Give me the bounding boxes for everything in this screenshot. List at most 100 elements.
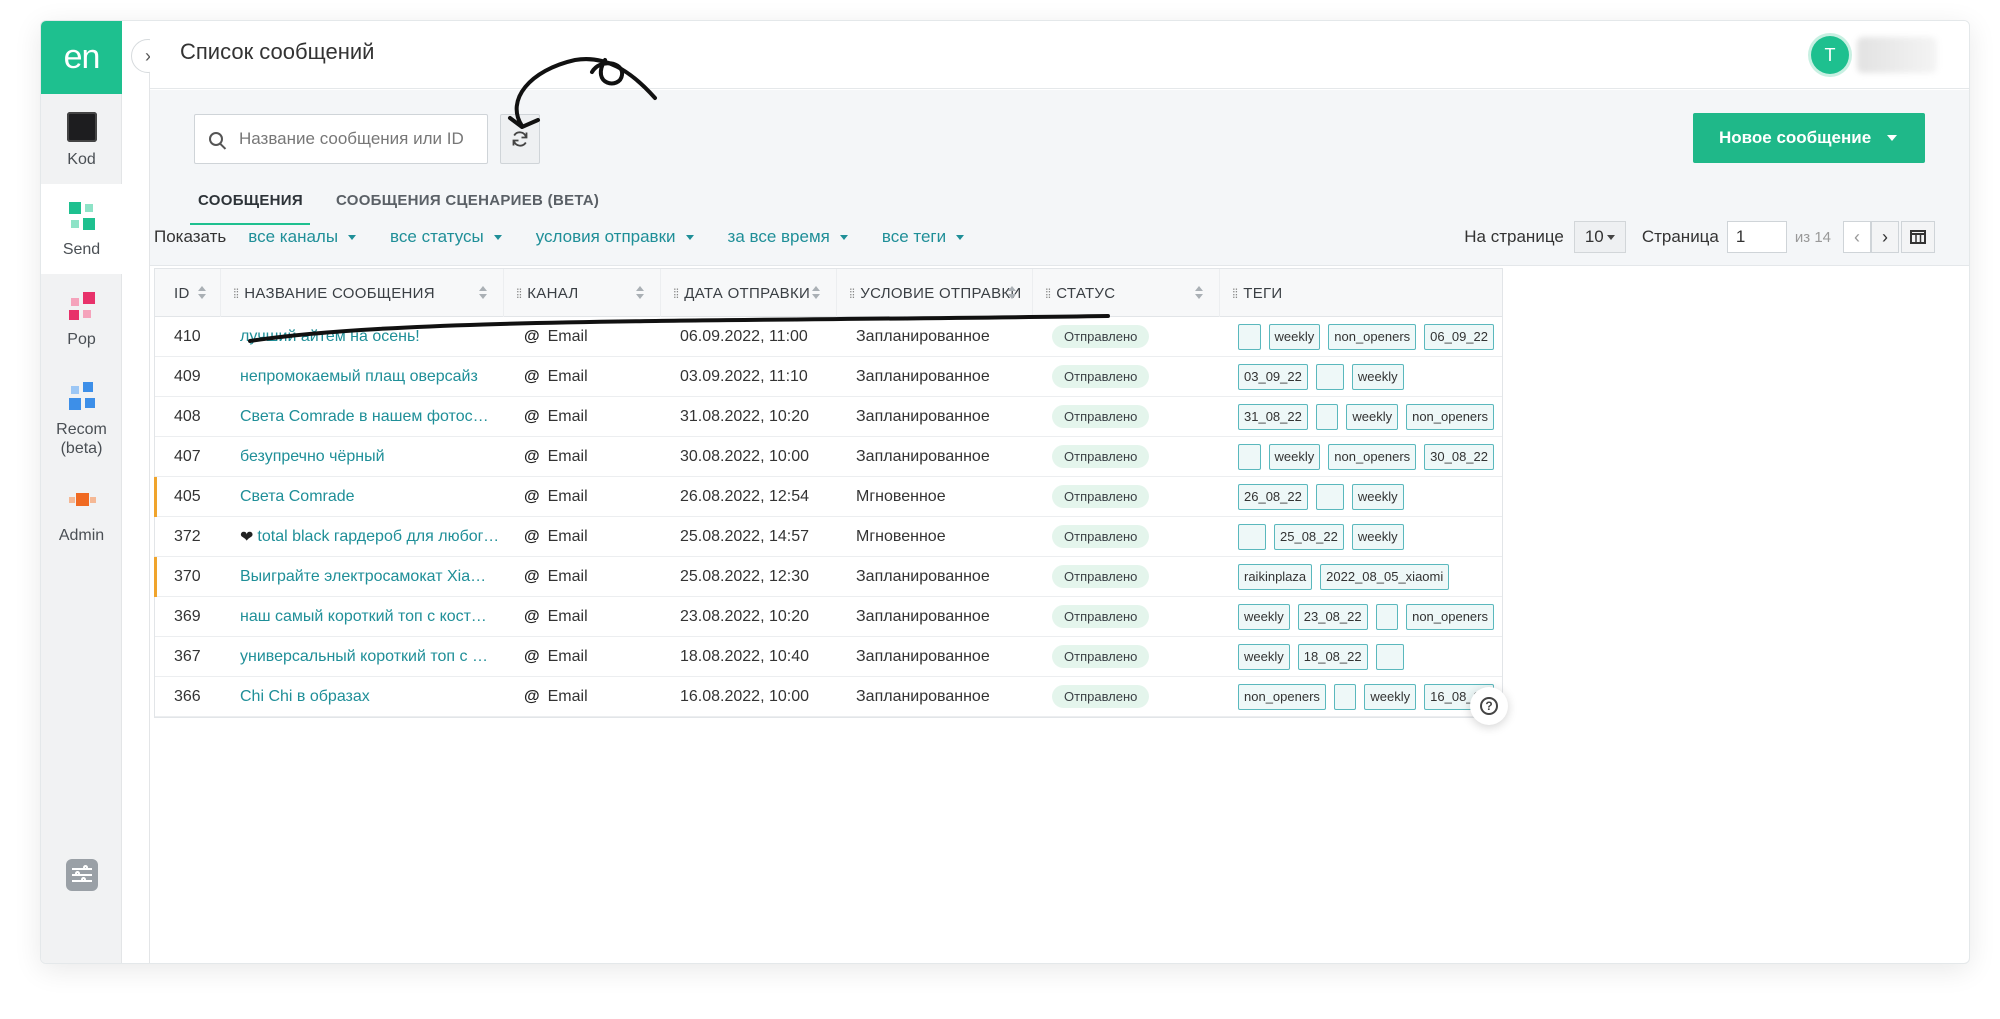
table-row[interactable]: 405 Света Comrade @ Email 26.08.2022, 12:54 М…	[154, 477, 1502, 517]
filter-statuses[interactable]: все статусы	[390, 227, 502, 247]
filter-channels[interactable]: все каналы	[248, 227, 357, 247]
tag-badge[interactable]: weekly	[1351, 363, 1404, 390]
message-name-link[interactable]: Света Comrade	[240, 488, 355, 506]
tag-badge[interactable]: weekly	[1268, 443, 1321, 470]
prev-page-button[interactable]: ‹	[1843, 221, 1871, 253]
cell-name[interactable]: ❤ total black гардероб для любого с...	[221, 517, 504, 556]
table-row[interactable]: 369 наш самый короткий топ с косточка... @…	[155, 597, 1502, 637]
table-row[interactable]: 410 лучший айтем на осень! @ Email 06.09.202…	[155, 317, 1502, 357]
tag-badge[interactable]: 25_08_22	[1274, 523, 1344, 550]
settings-sliders-icon[interactable]	[66, 859, 98, 891]
sidebar-item-admin[interactable]: Admin	[41, 470, 122, 560]
sidebar-item-recom[interactable]: Recom (beta)	[41, 364, 122, 470]
message-name-link[interactable]: универсальный короткий топ с кост...	[240, 648, 490, 666]
tag-badge[interactable]: 23_08_22	[1297, 603, 1368, 630]
tag-badge[interactable]: 06_09_22	[1424, 323, 1494, 350]
column-header-status[interactable]: ⁞⁞ СТАТУС	[1033, 269, 1220, 317]
tab-messages[interactable]: СООБЩЕНИЯ	[190, 189, 310, 225]
column-header-tags[interactable]: ⁞⁞ ТЕГИ	[1220, 269, 1502, 317]
tag-badge[interactable]: non_openers	[1328, 323, 1417, 350]
sidebar-item-send[interactable]: Send	[41, 184, 122, 274]
refresh-button[interactable]	[500, 114, 540, 164]
column-header-name[interactable]: ⁞⁞ НАЗВАНИЕ СООБЩЕНИЯ	[221, 269, 504, 317]
search-input[interactable]	[239, 129, 479, 149]
tag-badge[interactable]: non_openers	[1328, 443, 1417, 470]
cell-name[interactable]: непромокаемый плащ оверсайз	[221, 357, 504, 396]
table-row[interactable]: 370 Выиграйте электросамокат Xiaomi! @ Emai…	[154, 557, 1502, 597]
column-header-channel[interactable]: ⁞⁞ КАНАЛ	[504, 269, 661, 317]
table-row[interactable]: 409 непромокаемый плащ оверсайз @ Email 03.0…	[155, 357, 1502, 397]
cell-name[interactable]: Света Comrade	[221, 477, 504, 516]
message-name-link[interactable]: непромокаемый плащ оверсайз	[240, 368, 478, 386]
tag-badge[interactable]: 26_08_22	[1238, 483, 1308, 510]
tag-badge[interactable]	[1333, 683, 1357, 710]
drag-handle-icon[interactable]: ⁞⁞	[1232, 286, 1238, 301]
drag-handle-icon[interactable]: ⁞⁞	[516, 286, 522, 301]
message-name-link[interactable]: Выиграйте электросамокат Xiaomi!	[240, 568, 490, 586]
tag-badge[interactable]: weekly	[1238, 643, 1290, 670]
search-box[interactable]	[194, 114, 488, 164]
filter-period[interactable]: за все время	[728, 227, 848, 247]
table-row[interactable]: 407 безупречно чёрный @ Email 30.08.2022, 10…	[155, 437, 1502, 477]
cell-name[interactable]: Света Comrade в нашем фотосете	[221, 397, 504, 436]
message-name-link[interactable]: наш самый короткий топ с косточка...	[240, 608, 490, 626]
tag-badge[interactable]: raikinplaza	[1238, 563, 1313, 590]
sort-icon[interactable]	[1195, 286, 1203, 300]
tag-badge[interactable]	[1375, 643, 1404, 670]
tag-badge[interactable]	[1238, 323, 1261, 350]
tag-badge[interactable]	[1315, 363, 1344, 390]
tag-badge[interactable]: 18_08_22	[1297, 643, 1368, 670]
drag-handle-icon[interactable]: ⁞⁞	[849, 286, 855, 301]
caret-down-icon[interactable]	[1887, 135, 1897, 141]
tag-badge[interactable]: weekly	[1238, 603, 1290, 630]
sort-icon[interactable]	[198, 286, 206, 300]
tag-badge[interactable]: 03_09_22	[1238, 363, 1308, 390]
sort-icon[interactable]	[479, 286, 487, 300]
tag-badge[interactable]: non_openers	[1238, 683, 1326, 710]
avatar[interactable]: T	[1811, 36, 1849, 74]
page-input[interactable]	[1726, 221, 1787, 253]
tag-badge[interactable]	[1315, 403, 1339, 430]
tag-badge[interactable]: weekly	[1351, 483, 1404, 510]
tag-badge[interactable]: weekly	[1351, 523, 1404, 550]
message-name-link[interactable]: безупречно чёрный	[240, 448, 385, 466]
tag-badge[interactable]	[1315, 483, 1344, 510]
column-header-id[interactable]: ID	[155, 269, 221, 317]
tag-badge[interactable]: 30_08_22	[1424, 443, 1494, 470]
new-message-button[interactable]: Новое сообщение	[1693, 113, 1925, 163]
column-header-condition[interactable]: ⁞⁞ УСЛОВИЕ ОТПРАВКИ	[837, 269, 1033, 317]
sidebar-item-pop[interactable]: Pop	[41, 274, 122, 364]
table-row[interactable]: 367 универсальный короткий топ с кост... @…	[155, 637, 1502, 677]
tag-badge[interactable]	[1238, 443, 1261, 470]
sort-icon[interactable]	[636, 286, 644, 300]
next-page-button[interactable]: ›	[1871, 221, 1899, 253]
tag-badge[interactable]	[1375, 603, 1399, 630]
message-name-link[interactable]: Света Comrade в нашем фотосете	[240, 408, 490, 426]
message-name-link[interactable]: total black гардероб для любого с...	[257, 528, 504, 546]
drag-handle-icon[interactable]: ⁞⁞	[1045, 286, 1051, 301]
column-header-date[interactable]: ⁞⁞ ДАТА ОТПРАВКИ	[661, 269, 837, 317]
columns-toggle-button[interactable]	[1901, 221, 1935, 253]
sidebar-item-kod[interactable]: Kod	[41, 94, 122, 184]
tab-scenario-messages[interactable]: СООБЩЕНИЯ СЦЕНАРИЕВ (BETA)	[328, 189, 606, 225]
message-name-link[interactable]: лучший айтем на осень!	[240, 328, 420, 346]
sort-icon[interactable]	[1008, 286, 1016, 300]
tag-badge[interactable]: weekly	[1268, 323, 1321, 350]
tag-badge[interactable]: 2022_08_05_xiaomi	[1320, 563, 1450, 590]
tag-badge[interactable]: weekly	[1364, 683, 1417, 710]
brand-logo[interactable]: en	[41, 21, 122, 94]
cell-name[interactable]: безупречно чёрный	[221, 437, 504, 476]
tag-badge[interactable]	[1238, 523, 1266, 550]
filter-conditions[interactable]: условия отправки	[536, 227, 694, 247]
filter-tags[interactable]: все теги	[882, 227, 965, 247]
drag-handle-icon[interactable]: ⁞⁞	[673, 286, 679, 301]
user-name-blurred[interactable]	[1857, 37, 1937, 73]
cell-name[interactable]: наш самый короткий топ с косточка...	[221, 597, 504, 636]
tag-badge[interactable]: non_openers	[1406, 603, 1494, 630]
tag-badge[interactable]: 31_08_22	[1238, 403, 1308, 430]
table-row[interactable]: 372 ❤ total black гардероб для любого с...…	[155, 517, 1502, 557]
table-row[interactable]: 408 Света Comrade в нашем фотосете @ Email 3…	[155, 397, 1502, 437]
message-name-link[interactable]: Chi Chi в образах	[240, 688, 370, 706]
help-button[interactable]: ?	[1470, 687, 1508, 725]
tag-badge[interactable]: weekly	[1346, 403, 1399, 430]
